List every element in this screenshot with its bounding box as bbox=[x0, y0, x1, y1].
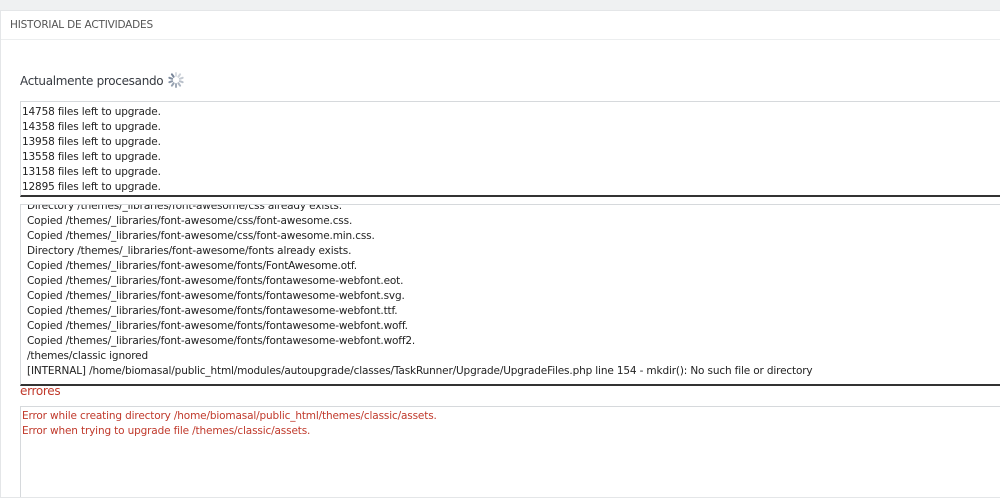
error-line: Error while creating directory /home/bio… bbox=[22, 410, 437, 422]
errors-log-lines: Error while creating directory /home/bio… bbox=[22, 409, 437, 439]
log-line: Copied /themes/_libraries/font-awesome/f… bbox=[27, 260, 357, 272]
loading-spinner-icon bbox=[167, 71, 185, 89]
action-log-lines: Directory /themes/_libraries/font-awesom… bbox=[27, 204, 813, 379]
processing-heading: Actualmente procesando bbox=[20, 71, 185, 89]
upgrade-progress-log[interactable]: 14758 files left to upgrade. 14358 files … bbox=[20, 101, 1000, 197]
log-line: /themes/classic ignored bbox=[27, 350, 148, 362]
log-line: Copied /themes/_libraries/font-awesome/f… bbox=[27, 320, 408, 332]
error-line: Error when trying to upgrade file /theme… bbox=[22, 425, 311, 437]
log-line: Directory /themes/_libraries/font-awesom… bbox=[27, 204, 342, 212]
errors-log[interactable]: Error while creating directory /home/bio… bbox=[20, 406, 1000, 497]
log-line: 13558 files left to upgrade. bbox=[22, 151, 161, 163]
log-line: 12895 files left to upgrade. bbox=[22, 181, 161, 193]
panel-title: HISTORIAL DE ACTIVIDADES bbox=[1, 11, 1000, 40]
log-line: 13158 files left to upgrade. bbox=[22, 166, 161, 178]
log-line: 13958 files left to upgrade. bbox=[22, 136, 161, 148]
log-line: [INTERNAL] /home/biomasal/public_html/mo… bbox=[27, 365, 813, 377]
errors-heading: errores bbox=[20, 384, 61, 398]
upgrade-progress-lines: 14758 files left to upgrade. 14358 files … bbox=[22, 105, 161, 195]
log-line: 14358 files left to upgrade. bbox=[22, 121, 161, 133]
log-line: Copied /themes/_libraries/font-awesome/f… bbox=[27, 290, 405, 302]
log-line: Copied /themes/_libraries/font-awesome/c… bbox=[27, 230, 375, 242]
log-line: 14758 files left to upgrade. bbox=[22, 106, 161, 118]
log-line: Directory /themes/_libraries/font-awesom… bbox=[27, 245, 352, 257]
log-line: Copied /themes/_libraries/font-awesome/c… bbox=[27, 215, 353, 227]
processing-label: Actualmente procesando bbox=[20, 74, 164, 88]
action-log[interactable]: Directory /themes/_libraries/font-awesom… bbox=[20, 204, 1000, 386]
log-line: Copied /themes/_libraries/font-awesome/f… bbox=[27, 335, 416, 347]
log-line: Copied /themes/_libraries/font-awesome/f… bbox=[27, 305, 398, 317]
activity-history-panel: HISTORIAL DE ACTIVIDADES Actualmente pro… bbox=[0, 10, 1000, 498]
log-line: Copied /themes/_libraries/font-awesome/f… bbox=[27, 275, 404, 287]
